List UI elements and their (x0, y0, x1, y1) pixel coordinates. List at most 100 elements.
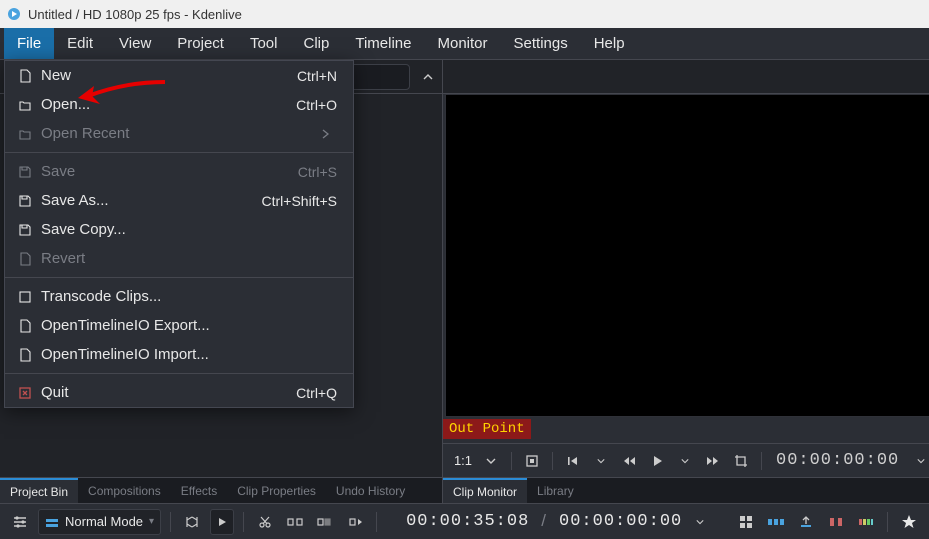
extract-zone-icon[interactable] (343, 509, 367, 535)
file-menu-opentimelineio-export[interactable]: OpenTimelineIO Export... (5, 311, 353, 340)
file-menu-save-copy[interactable]: Save Copy... (5, 215, 353, 244)
edit-mode-combo[interactable]: Normal Mode ▾ (38, 509, 161, 535)
menu-item-shortcut: Ctrl+Shift+S (262, 193, 337, 209)
menu-item-label: Save Copy... (41, 221, 337, 238)
file-menu-opentimelineio-import[interactable]: OpenTimelineIO Import... (5, 340, 353, 369)
go-start-icon[interactable] (561, 449, 585, 473)
monitor-header (443, 60, 929, 94)
play-timeline-icon[interactable] (210, 509, 234, 535)
window-title: Untitled / HD 1080p 25 fps - Kdenlive (28, 7, 242, 22)
file-menu-new[interactable]: NewCtrl+N (5, 61, 353, 90)
menu-project[interactable]: Project (164, 28, 237, 59)
rewind-icon[interactable] (617, 449, 641, 473)
cut-icon[interactable] (253, 509, 277, 535)
tab-library[interactable]: Library (527, 478, 584, 503)
menu-item-label: OpenTimelineIO Export... (41, 317, 337, 334)
menu-item-label: Transcode Clips... (41, 288, 337, 305)
thumbnails-icon[interactable] (734, 509, 758, 535)
file-menu-save: SaveCtrl+S (5, 157, 353, 186)
save-icon (15, 165, 35, 179)
file-menu-save-as[interactable]: Save As...Ctrl+Shift+S (5, 186, 353, 215)
crop-icon[interactable] (729, 449, 753, 473)
menu-settings[interactable]: Settings (501, 28, 581, 59)
monitor-timecode[interactable]: 00:00:00:00 (776, 451, 899, 470)
zoom-label[interactable]: 1:1 (451, 449, 475, 473)
menu-item-shortcut: Ctrl+O (296, 97, 337, 113)
settings-icon[interactable] (8, 509, 32, 535)
submenu-arrow-icon (321, 129, 337, 139)
save-copy-icon (15, 223, 35, 237)
menu-clip[interactable]: Clip (291, 28, 343, 59)
menu-item-label: Quit (41, 384, 296, 401)
file-open-icon (15, 98, 35, 112)
app-window: Untitled / HD 1080p 25 fps - Kdenlive Fi… (0, 0, 929, 539)
timeline-duration: 00:00:00:00 (559, 512, 682, 531)
marker-colors-icon[interactable] (854, 509, 878, 535)
collapse-icon[interactable] (420, 72, 436, 82)
forward-icon[interactable] (701, 449, 725, 473)
tab-compositions[interactable]: Compositions (78, 478, 171, 503)
menu-view[interactable]: View (106, 28, 164, 59)
play-dropdown-icon[interactable] (673, 449, 697, 473)
menu-item-shortcut: Ctrl+Q (296, 385, 337, 401)
overwrite-zone-icon[interactable] (313, 509, 337, 535)
zoom-dropdown[interactable] (479, 449, 503, 473)
quit-icon (15, 386, 35, 400)
menu-file[interactable]: File (4, 28, 54, 59)
timeline-toolbar: Normal Mode ▾ 00:00:35:08 / 00:00:00:00 (0, 503, 929, 539)
file-menu-transcode-clips[interactable]: Transcode Clips... (5, 282, 353, 311)
file-open-recent-icon (15, 127, 35, 141)
menu-item-label: Open... (41, 96, 296, 113)
project-bin-search[interactable] (350, 64, 410, 90)
chevron-down-icon: ▾ (149, 516, 154, 527)
otio-import-icon (15, 348, 35, 362)
marker-dropdown-icon[interactable] (589, 449, 613, 473)
menu-item-label: Save (41, 163, 298, 180)
menu-item-label: Open Recent (41, 125, 321, 142)
timecode-dropdown-icon[interactable] (909, 449, 929, 473)
set-in-icon[interactable] (520, 449, 544, 473)
track-view-icon[interactable] (764, 509, 788, 535)
menu-item-label: OpenTimelineIO Import... (41, 346, 337, 363)
favorite-icon[interactable] (897, 509, 921, 535)
menu-tool[interactable]: Tool (237, 28, 291, 59)
menu-edit[interactable]: Edit (54, 28, 106, 59)
app-icon (6, 6, 22, 22)
menu-monitor[interactable]: Monitor (424, 28, 500, 59)
tab-undo-history[interactable]: Undo History (326, 478, 415, 503)
monitor-controls: 1:1 00:00:00:00 (443, 443, 929, 477)
tab-effects[interactable]: Effects (171, 478, 227, 503)
tab-clip-monitor[interactable]: Clip Monitor (443, 478, 527, 503)
timecode-separator: / (535, 511, 553, 532)
file-menu-quit[interactable]: QuitCtrl+Q (5, 378, 353, 407)
play-icon[interactable] (645, 449, 669, 473)
spacer-tool-icon[interactable] (180, 509, 204, 535)
revert-icon (15, 252, 35, 266)
menu-help[interactable]: Help (581, 28, 638, 59)
tab-clip-properties[interactable]: Clip Properties (227, 478, 326, 503)
left-tab-strip: Project BinCompositionsEffectsClip Prope… (0, 477, 442, 503)
menu-item-label: Revert (41, 250, 337, 267)
file-menu-dropdown: NewCtrl+NOpen...Ctrl+OOpen RecentSaveCtr… (4, 60, 354, 408)
save-as-icon (15, 194, 35, 208)
monitor-canvas[interactable] (445, 94, 929, 417)
fit-zoom-icon[interactable] (824, 509, 848, 535)
file-menu-open-recent: Open Recent (5, 119, 353, 148)
align-top-icon[interactable] (794, 509, 818, 535)
tab-project-bin[interactable]: Project Bin (0, 478, 78, 503)
file-menu-revert: Revert (5, 244, 353, 273)
right-tab-strip: Clip MonitorLibrary (443, 477, 929, 503)
titlebar: Untitled / HD 1080p 25 fps - Kdenlive (0, 0, 929, 28)
mode-icon (45, 516, 59, 528)
insert-zone-icon[interactable] (283, 509, 307, 535)
timeline-position[interactable]: 00:00:35:08 (406, 512, 529, 531)
timecode-dropdown-icon[interactable] (688, 509, 712, 535)
otio-export-icon (15, 319, 35, 333)
menu-item-shortcut: Ctrl+N (297, 68, 337, 84)
file-menu-open[interactable]: Open...Ctrl+O (5, 90, 353, 119)
menu-timeline[interactable]: Timeline (342, 28, 424, 59)
edit-mode-label: Normal Mode (65, 514, 143, 529)
menu-item-shortcut: Ctrl+S (298, 164, 337, 180)
out-point-badge: Out Point (443, 419, 531, 439)
file-new-icon (15, 69, 35, 83)
